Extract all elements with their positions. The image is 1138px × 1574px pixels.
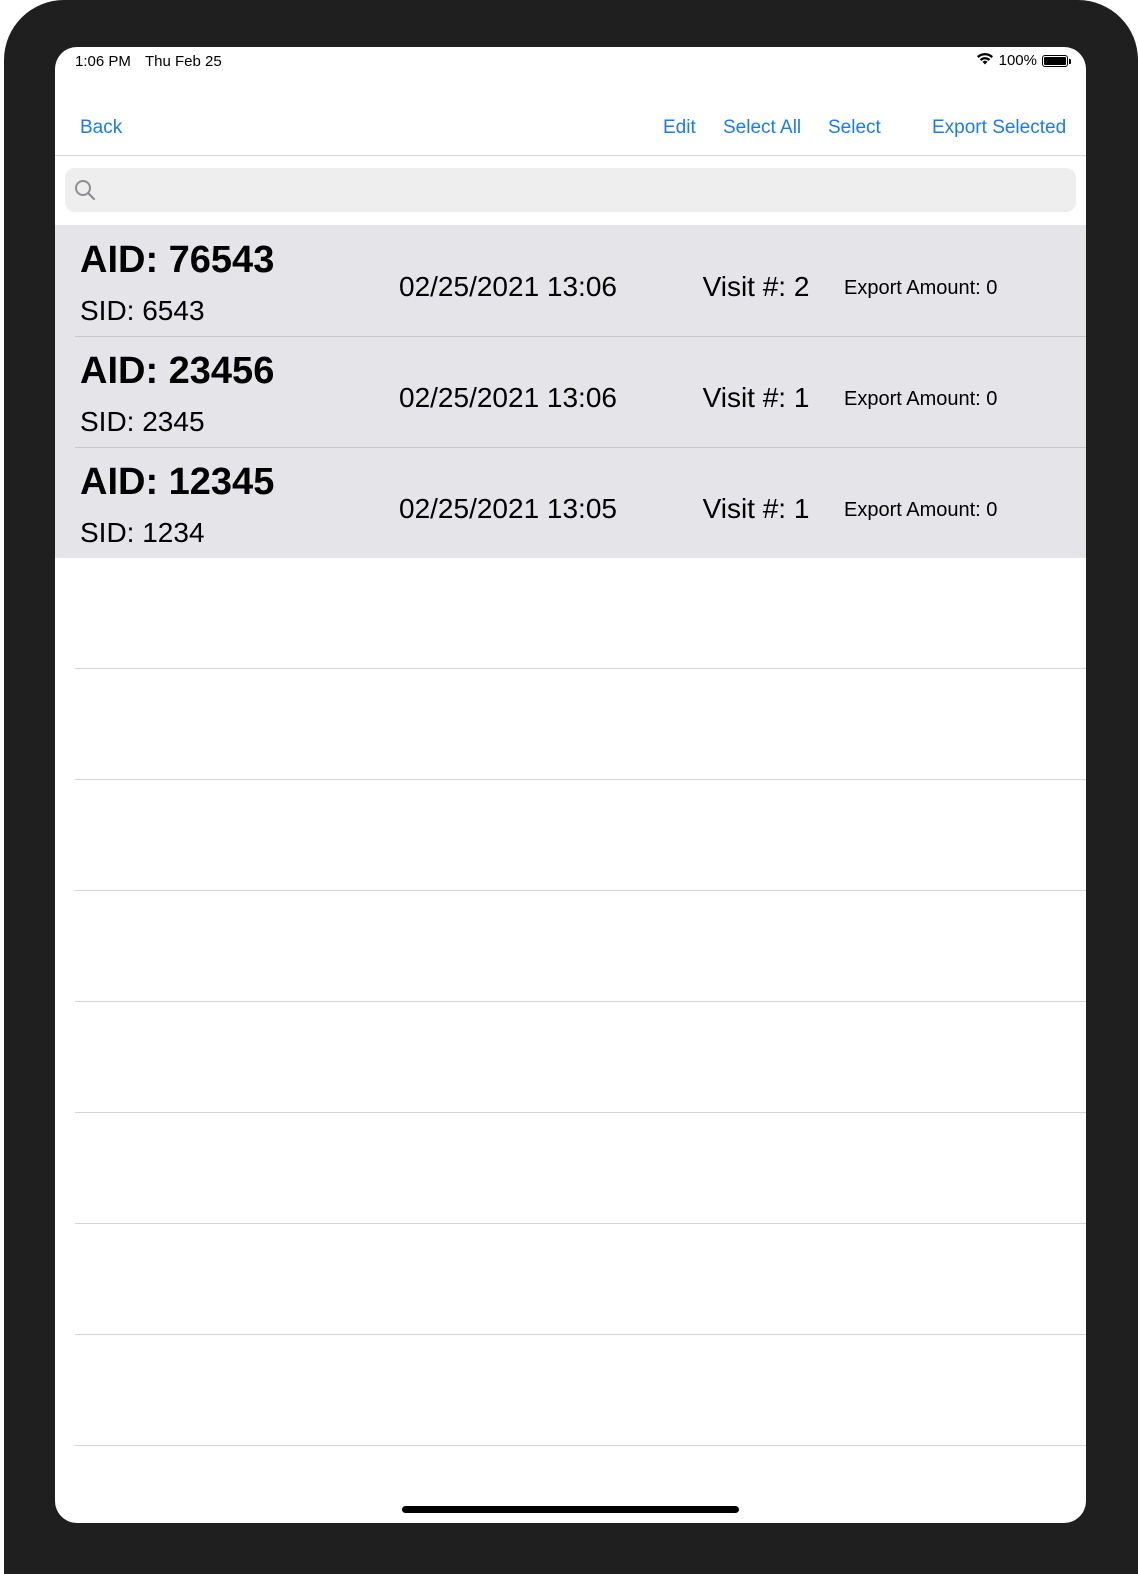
empty-table-rows (55, 558, 1086, 1446)
sid-label: SID: 1234 (80, 517, 205, 548)
aid-label: AID: 23456 (80, 350, 275, 392)
sid-label: SID: 6543 (80, 295, 205, 326)
empty-row (75, 1335, 1086, 1446)
search-bar[interactable] (65, 168, 1076, 214)
search-icon (74, 179, 96, 206)
empty-row (75, 1002, 1086, 1113)
app-screen: 1:06 PM Thu Feb 25 100% Back Edit Select… (55, 47, 1086, 1523)
edit-button[interactable]: Edit (663, 117, 696, 139)
status-date: Thu Feb 25 (145, 53, 222, 70)
home-indicator[interactable] (402, 1506, 739, 1513)
list-item[interactable]: AID: 23456 SID: 2345 02/25/2021 13:06 Vi… (55, 336, 1086, 447)
status-time: 1:06 PM (75, 53, 131, 70)
visit-label: Visit #: 1 (702, 493, 810, 524)
export-amount-label: Export Amount: 0 (844, 388, 998, 410)
status-bar: 1:06 PM Thu Feb 25 100% (55, 47, 1086, 77)
empty-row (75, 558, 1086, 669)
navigation-bar: Back Edit Select All Select Export Selec… (55, 103, 1086, 156)
select-button[interactable]: Select (828, 117, 881, 139)
battery-percent: 100% (998, 52, 1037, 69)
datetime-label: 02/25/2021 13:05 (399, 493, 617, 524)
export-selected-button[interactable]: Export Selected (932, 117, 1066, 139)
export-amount-label: Export Amount: 0 (844, 499, 998, 521)
empty-row (75, 780, 1086, 891)
battery-icon (1042, 54, 1071, 67)
aid-label: AID: 76543 (80, 239, 275, 281)
back-button[interactable]: Back (80, 117, 122, 139)
search-input[interactable] (105, 168, 1069, 214)
status-indicators: 100% (976, 52, 1071, 69)
wifi-icon (976, 52, 994, 69)
select-all-button[interactable]: Select All (723, 117, 801, 139)
empty-row (75, 669, 1086, 780)
visit-label: Visit #: 2 (702, 271, 810, 302)
list-item[interactable]: AID: 76543 SID: 6543 02/25/2021 13:06 Vi… (55, 225, 1086, 336)
datetime-label: 02/25/2021 13:06 (399, 271, 617, 302)
empty-row (75, 1224, 1086, 1335)
list-item[interactable]: AID: 12345 SID: 1234 02/25/2021 13:05 Vi… (55, 447, 1086, 558)
datetime-label: 02/25/2021 13:06 (399, 382, 617, 413)
empty-row (75, 891, 1086, 1002)
export-amount-label: Export Amount: 0 (844, 277, 998, 299)
empty-row (75, 1113, 1086, 1224)
aid-label: AID: 12345 (80, 461, 275, 503)
visit-label: Visit #: 1 (702, 382, 810, 413)
records-list: AID: 76543 SID: 6543 02/25/2021 13:06 Vi… (55, 225, 1086, 558)
sid-label: SID: 2345 (80, 406, 205, 437)
